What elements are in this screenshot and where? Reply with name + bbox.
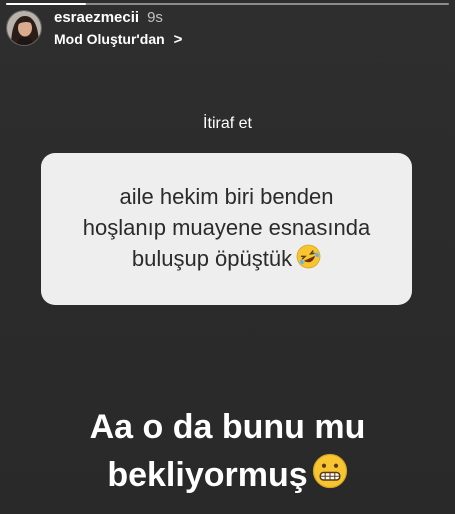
question-answer-card: aile hekim biri benden hoşlanıp muayene … [41, 153, 412, 305]
answer-line-text: buluşup öpüştük [131, 246, 293, 272]
answer-line: buluşup öpüştük [83, 243, 370, 277]
story-caption: Aa o da bunu mu bekliyormuş [0, 403, 455, 502]
answer-line: hoşlanıp muayene esnasında [82, 215, 371, 241]
caption-line: Aa o da bunu mu [89, 408, 366, 446]
grimacing-face-emoji-icon [312, 453, 348, 502]
answer-line: aile hekim biri benden [119, 184, 334, 210]
post-time: 9s [147, 8, 163, 26]
rolling-laughing-emoji-icon [296, 244, 321, 277]
create-mode-link[interactable]: Mod Oluştur'dan > [54, 31, 182, 48]
chevron-right-icon: > [173, 30, 183, 48]
question-prompt: İtiraf et [203, 115, 252, 132]
story-screen[interactable]: esraezmecii 9s Mod Oluştur'dan > İtiraf … [0, 0, 455, 514]
story-header: esraezmecii 9s Mod Oluştur'dan > [6, 8, 182, 48]
story-progress-fill [6, 3, 86, 5]
header-text: esraezmecii 9s Mod Oluştur'dan > [54, 9, 182, 48]
create-mode-label: Mod Oluştur'dan [54, 31, 165, 47]
caption-line: bekliyormuş [0, 451, 455, 502]
caption-line-text: bekliyormuş [107, 456, 308, 494]
answer-text: aile hekim biri benden hoşlanıp muayene … [65, 181, 388, 277]
username-row: esraezmecii 9s [54, 9, 182, 26]
story-progress-bar [6, 3, 449, 5]
username[interactable]: esraezmecii [54, 9, 139, 26]
avatar-image [7, 11, 41, 45]
avatar[interactable] [6, 10, 42, 46]
